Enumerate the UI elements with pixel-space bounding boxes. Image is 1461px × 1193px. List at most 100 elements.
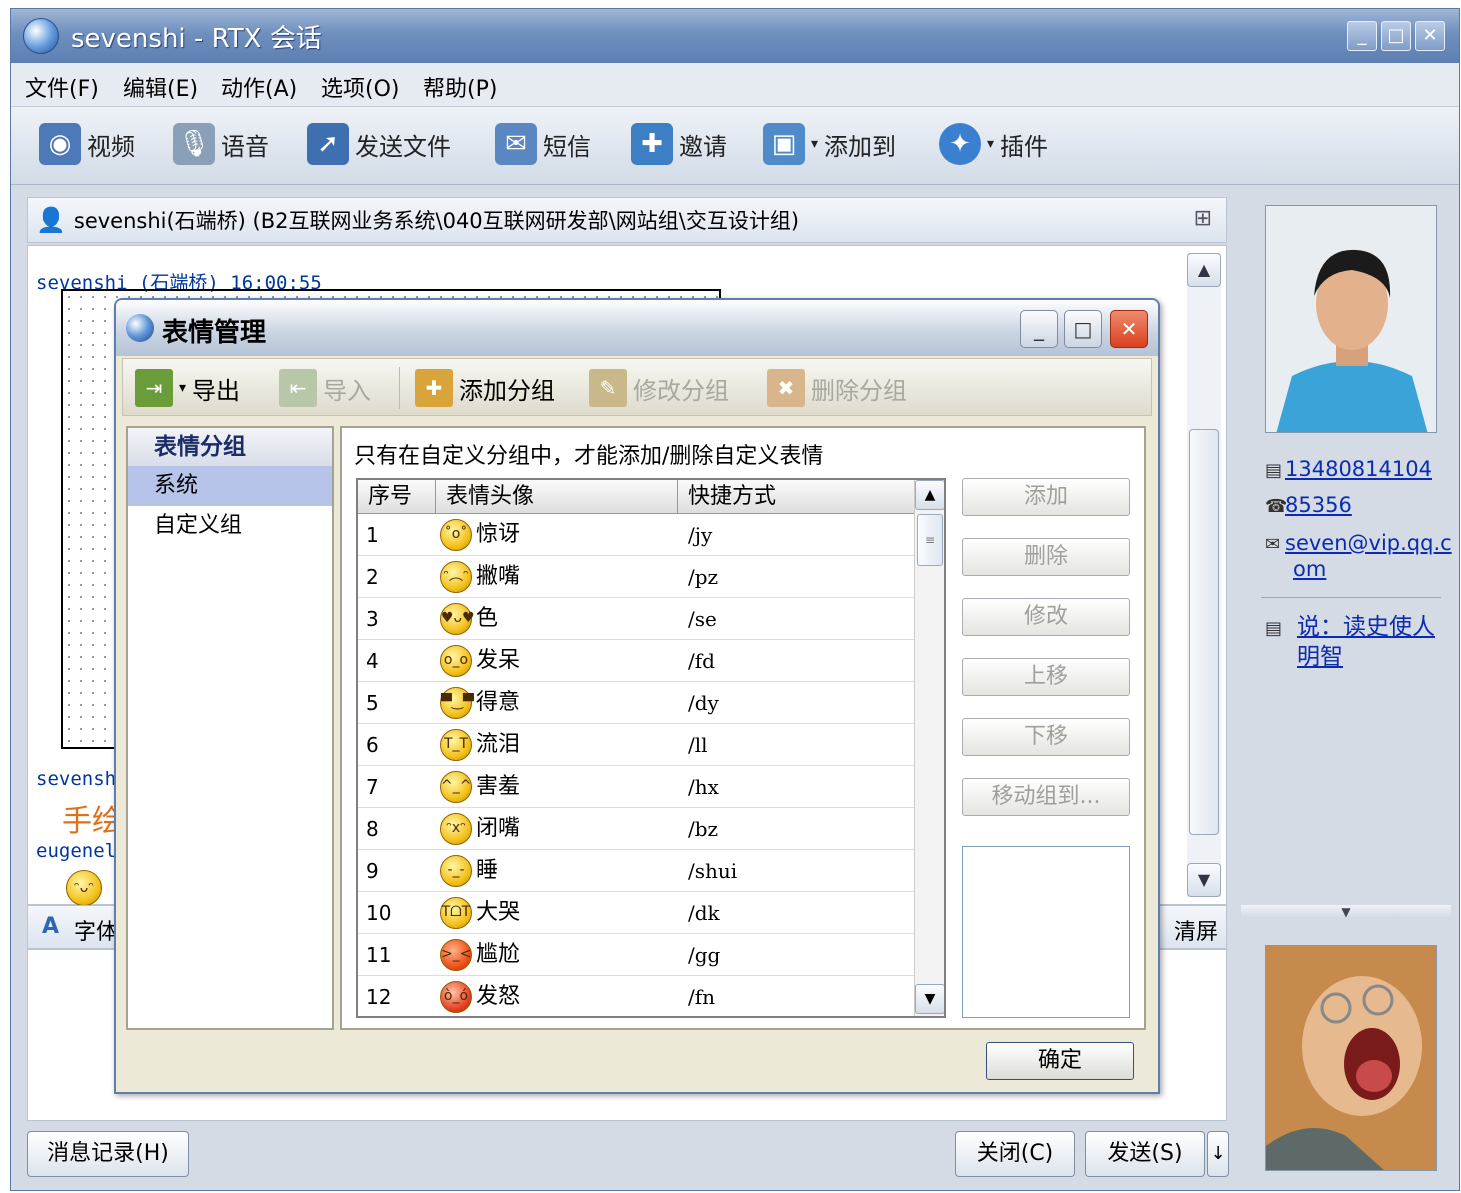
- row-shortcut: /dy: [688, 691, 719, 715]
- dialog-close-button[interactable]: ✕: [1110, 310, 1148, 348]
- scroll-down-icon[interactable]: ▼: [915, 984, 944, 1014]
- delete-group-button[interactable]: ✖ 删除分组: [767, 367, 907, 409]
- dialog-maximize-button[interactable]: □: [1064, 310, 1102, 348]
- table-row[interactable]: 11 >_< 尴尬/gg: [358, 934, 914, 976]
- info-text: 只有在自定义分组中，才能添加/删除自定义表情: [354, 444, 824, 469]
- row-index: 7: [366, 775, 379, 799]
- chat-partner-header: 👤 sevenshi(石端桥) (B2互联网业务系统\040互联网研发部\网站组…: [27, 197, 1227, 243]
- table-row[interactable]: 5 ▀̿‿▀̿ 得意/dy: [358, 682, 914, 724]
- contact-email-line2[interactable]: om: [1293, 557, 1326, 581]
- video-button[interactable]: ◉ 视频: [39, 121, 135, 167]
- message-history-button[interactable]: 消息记录(H): [27, 1131, 189, 1177]
- column-header-index[interactable]: 序号: [358, 480, 436, 514]
- rtx-logo-icon: [126, 314, 154, 342]
- group-item-system[interactable]: 系统: [128, 466, 332, 506]
- sms-icon: ✉: [495, 123, 537, 165]
- clear-screen-button[interactable]: 清屏: [1174, 914, 1218, 946]
- emoticon-content-panel: 只有在自定义分组中，才能添加/删除自定义表情 序号 表情头像 快捷方式 1 ˚o˚…: [340, 426, 1146, 1030]
- row-index: 9: [366, 859, 379, 883]
- contact-extension[interactable]: ☎85356: [1265, 493, 1352, 517]
- scroll-up-icon[interactable]: ▲: [915, 480, 944, 510]
- plugin-button[interactable]: ✦ ▾ 插件: [939, 121, 1048, 167]
- add-group-button[interactable]: ✚ 添加分组: [415, 367, 555, 409]
- maximize-button[interactable]: □: [1381, 21, 1411, 51]
- edit-group-button[interactable]: ✎ 修改分组: [589, 367, 729, 409]
- close-button[interactable]: ✕: [1415, 21, 1445, 51]
- column-header-shortcut[interactable]: 快捷方式: [678, 480, 914, 514]
- contact-phone[interactable]: ▤ 13480814104: [1265, 457, 1432, 481]
- row-face-name: 害羞: [476, 774, 521, 799]
- table-row[interactable]: 12 ò_ó 发怒/fn: [358, 976, 914, 1016]
- column-header-face[interactable]: 表情头像: [436, 480, 678, 514]
- send-file-button[interactable]: ➚ 发送文件: [307, 121, 451, 167]
- video-camera-icon: ◉: [39, 123, 81, 165]
- import-button[interactable]: ⇤ 导入: [279, 367, 371, 409]
- delete-emoticon-button[interactable]: 删除: [962, 538, 1130, 576]
- dialog-title-bar[interactable]: 表情管理 _ □ ✕: [116, 300, 1158, 356]
- table-row[interactable]: 1 ˚o˚ 惊讶/jy: [358, 514, 914, 556]
- scroll-thumb[interactable]: ≡: [917, 514, 943, 566]
- row-index: 2: [366, 565, 379, 589]
- scroll-up-icon[interactable]: ▲: [1187, 253, 1221, 287]
- menu-help[interactable]: 帮助(P): [423, 71, 497, 103]
- org-tree-icon[interactable]: ⊞: [1194, 206, 1212, 231]
- row-shortcut: /fn: [688, 985, 716, 1009]
- self-photo: [1265, 945, 1437, 1171]
- sms-button[interactable]: ✉ 短信: [495, 121, 591, 167]
- menu-action[interactable]: 动作(A): [221, 71, 297, 103]
- add-to-label: 添加到: [824, 132, 897, 161]
- emoticon-face-icon: T_T: [440, 729, 472, 761]
- close-chat-button[interactable]: 关闭(C): [955, 1131, 1075, 1177]
- scroll-down-icon[interactable]: ▼: [1187, 863, 1221, 897]
- contact-status[interactable]: ▤ 说：读史使人: [1265, 607, 1435, 641]
- row-face: ò_ó 发怒: [440, 976, 520, 1016]
- window-title: sevenshi - RTX 会话: [71, 24, 322, 54]
- contact-status-line2[interactable]: 明智: [1297, 637, 1343, 671]
- move-up-button[interactable]: 上移: [962, 658, 1130, 696]
- table-row[interactable]: 4 o_o 发呆/fd: [358, 640, 914, 682]
- emoticon-icon: ᵔᴗᵔ: [66, 870, 102, 906]
- ok-button[interactable]: 确定: [986, 1042, 1134, 1080]
- group-item-custom[interactable]: 自定义组: [128, 506, 332, 546]
- user-icon: 👤: [36, 206, 66, 234]
- add-emoticon-button[interactable]: 添加: [962, 478, 1130, 516]
- menu-edit[interactable]: 编辑(E): [123, 71, 198, 103]
- menu-options[interactable]: 选项(O): [321, 71, 399, 103]
- row-face: ▀̿‿▀̿ 得意: [440, 682, 520, 724]
- invite-button[interactable]: ✚ 邀请: [631, 121, 727, 167]
- message-sender: eugenel: [36, 840, 117, 862]
- row-face: o_o 发呆: [440, 640, 520, 682]
- table-row[interactable]: 10 TᗝT 大哭/dk: [358, 892, 914, 934]
- emoticon-face-icon: -_-: [440, 855, 472, 887]
- menu-file[interactable]: 文件(F): [25, 71, 99, 103]
- row-index: 11: [366, 943, 392, 967]
- minimize-button[interactable]: _: [1347, 21, 1377, 51]
- font-icon[interactable]: A: [42, 914, 59, 939]
- table-row[interactable]: 8 ᵔxᵔ 闭嘴/bz: [358, 808, 914, 850]
- table-row[interactable]: 6 T_T 流泪/ll: [358, 724, 914, 766]
- send-button[interactable]: 发送(S): [1085, 1131, 1205, 1177]
- panel-splitter[interactable]: ▼: [1241, 905, 1451, 919]
- voice-button[interactable]: 🎙 语音: [173, 121, 269, 167]
- table-row[interactable]: 9 -_- 睡/shui: [358, 850, 914, 892]
- table-row[interactable]: 7 ^_^ 害羞/hx: [358, 766, 914, 808]
- table-scrollbar[interactable]: ▲ ≡ ▼: [914, 480, 944, 1016]
- export-button[interactable]: ⇥ ▾ 导出: [135, 367, 240, 409]
- move-to-group-button[interactable]: 移动组到...: [962, 778, 1130, 816]
- move-down-button[interactable]: 下移: [962, 718, 1130, 756]
- scroll-thumb[interactable]: [1189, 429, 1219, 835]
- table-row[interactable]: 2 ᵔ︵ᵔ 撇嘴/pz: [358, 556, 914, 598]
- add-to-button[interactable]: ▣ ▾ 添加到: [763, 121, 896, 167]
- dialog-minimize-button[interactable]: _: [1020, 310, 1058, 348]
- invite-icon: ✚: [631, 123, 673, 165]
- chevron-down-icon: ▾: [987, 136, 995, 152]
- modify-emoticon-button[interactable]: 修改: [962, 598, 1130, 636]
- title-bar[interactable]: sevenshi - RTX 会话 _ □ ✕: [11, 9, 1459, 63]
- chat-scrollbar[interactable]: ▲ ▼: [1187, 253, 1221, 897]
- emoticon-preview: [962, 846, 1130, 1018]
- font-label[interactable]: 字体: [74, 914, 118, 946]
- row-index: 10: [366, 901, 392, 925]
- table-row[interactable]: 3 ♥ᴗ♥ 色/se: [358, 598, 914, 640]
- send-options-button[interactable]: ↓: [1207, 1131, 1229, 1177]
- contact-email[interactable]: ✉ seven@vip.qq.c: [1265, 531, 1452, 555]
